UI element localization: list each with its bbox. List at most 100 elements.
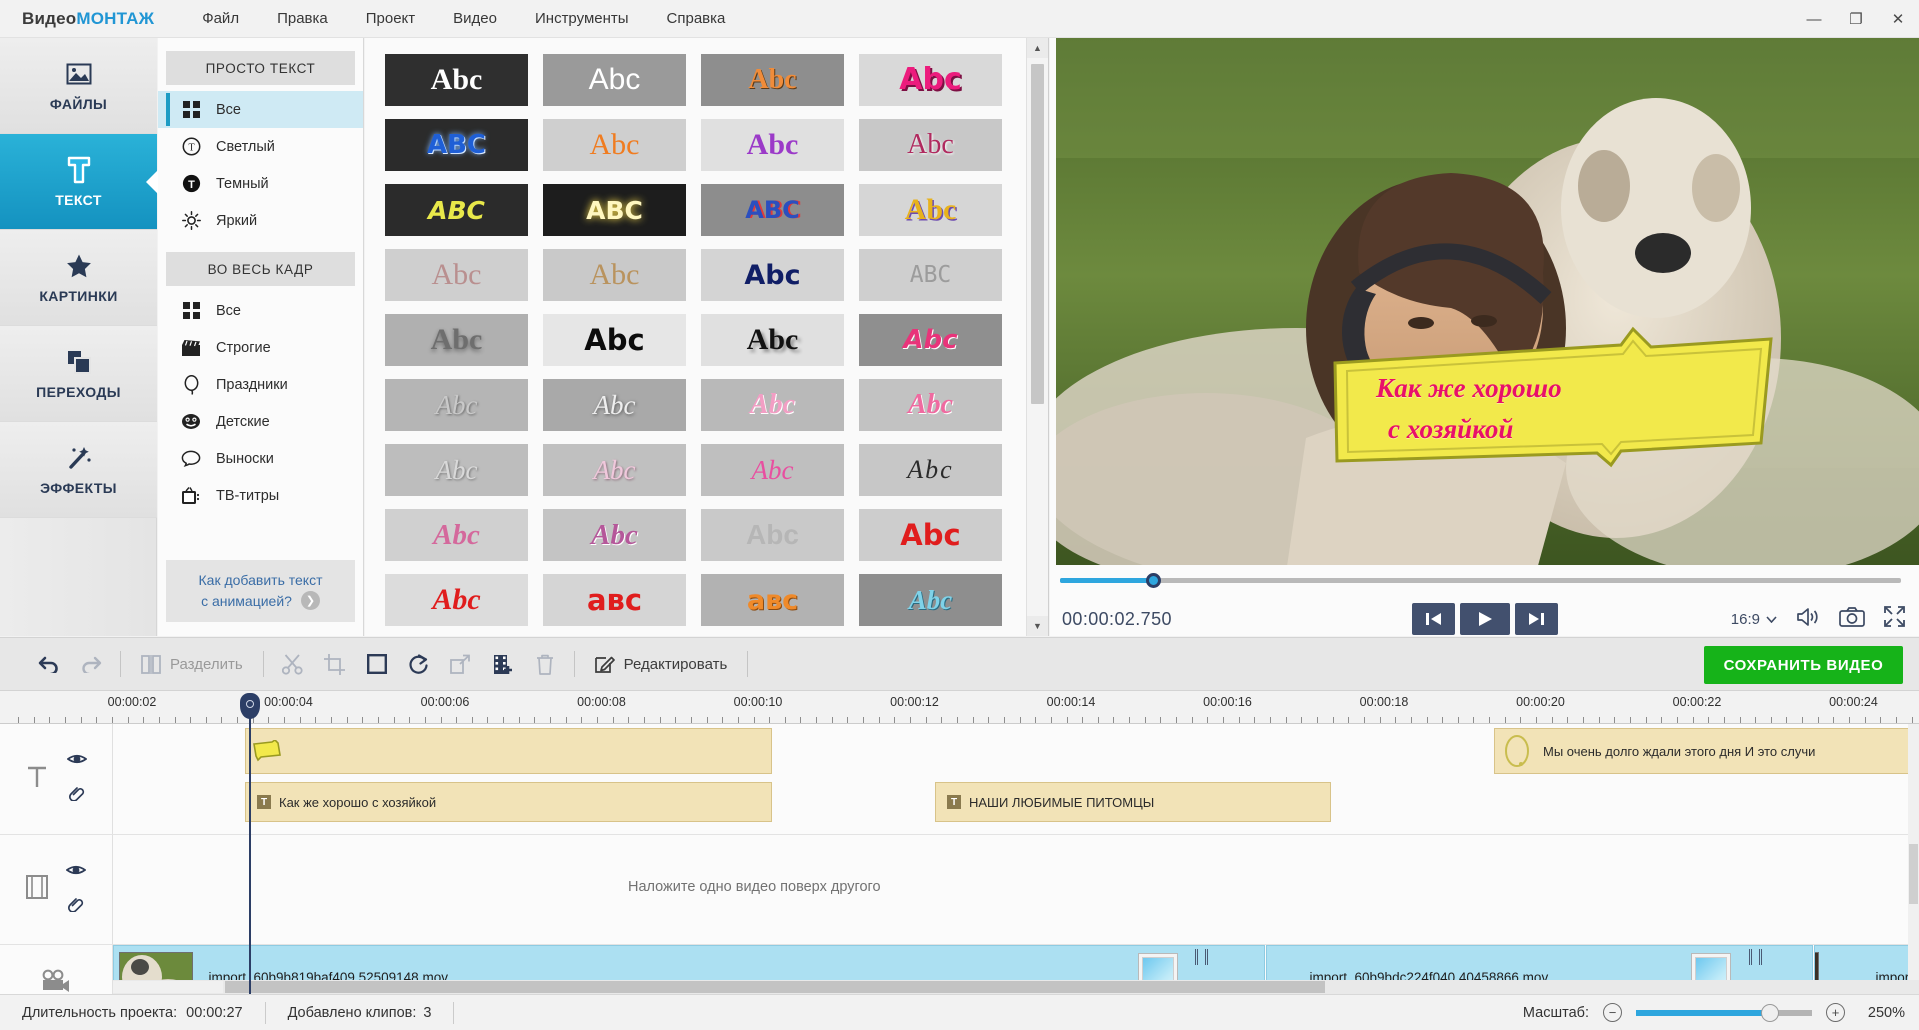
text-preset-29[interactable]: Abc (385, 509, 528, 561)
text-clip-1[interactable]: T Как же хорошо с хозяйкой (245, 782, 772, 822)
category-item-bright[interactable]: Яркий (158, 202, 363, 239)
text-preset-7[interactable]: Abc (701, 119, 844, 171)
text-preset-35[interactable]: aвc (701, 574, 844, 626)
export-frame-icon[interactable] (440, 644, 482, 684)
chevron-right-icon[interactable]: ❯ (300, 591, 320, 610)
text-preset-20[interactable]: Abc (859, 314, 1002, 366)
text-preset-28[interactable]: Abc (859, 444, 1002, 496)
menu-project[interactable]: Проект (364, 7, 417, 30)
text-preset-34[interactable]: aвc (543, 574, 686, 626)
clip-grip-2[interactable] (1205, 949, 1209, 965)
text-preset-33[interactable]: Abc (385, 574, 528, 626)
camera-icon[interactable] (1839, 606, 1865, 632)
zoom-in-icon[interactable]: + (1826, 1003, 1845, 1022)
menu-file[interactable]: Файл (200, 7, 241, 30)
text-preset-19[interactable]: Abc (701, 314, 844, 366)
save-video-button[interactable]: СОХРАНИТЬ ВИДЕО (1704, 646, 1903, 684)
crop-icon[interactable] (314, 644, 356, 684)
zoom-slider-handle[interactable] (1760, 1003, 1779, 1022)
aspect-ratio-selector[interactable]: 16:9 (1731, 611, 1777, 628)
video-preview[interactable]: Как же хорошо с хозяйкой (1056, 38, 1919, 565)
text-preset-30[interactable]: Abc (543, 509, 686, 561)
play-icon[interactable] (1459, 603, 1510, 635)
text-preset-12[interactable]: Abc (859, 184, 1002, 236)
text-preset-14[interactable]: Abc (543, 249, 686, 301)
timeline-horizontal-scrollbar[interactable] (113, 980, 1919, 994)
timeline-ruler[interactable]: 00:00:02 00:00:04 00:00:06 00:00:08 00:00:10… (0, 691, 1919, 724)
text-preset-17[interactable]: Abc (385, 314, 528, 366)
text-clip-3[interactable]: Мы очень долго ждали этого дня И это слу… (1494, 728, 1919, 774)
category-item-light[interactable]: T Светлый (158, 128, 363, 165)
track-body-text[interactable]: T Как же хорошо с хозяйкой T НАШИ ЛЮБИМЫ… (113, 724, 1919, 834)
how-to-add-animated-text-link[interactable]: Как добавить текст с анимацией? ❯ (166, 560, 355, 622)
next-frame-icon[interactable] (1514, 603, 1558, 635)
redo-icon[interactable] (70, 644, 112, 684)
undo-icon[interactable] (28, 644, 70, 684)
category-item-callouts[interactable]: Выноски (158, 440, 363, 477)
sidebar-tab-effects[interactable]: ЭФФЕКТЫ (0, 422, 157, 518)
text-preset-23[interactable]: Abc (701, 379, 844, 431)
clip-grip-3[interactable] (1749, 949, 1753, 965)
volume-icon[interactable] (1796, 607, 1820, 632)
sidebar-tab-text[interactable]: ТЕКСТ (0, 134, 157, 230)
maximize-icon[interactable]: ❐ (1835, 0, 1877, 38)
text-clip-animated[interactable] (245, 728, 772, 774)
text-preset-16[interactable]: ABC (859, 249, 1002, 301)
text-preset-21[interactable]: Abc (385, 379, 528, 431)
trash-icon[interactable] (524, 644, 566, 684)
text-preset-10[interactable]: ABC (543, 184, 686, 236)
text-preset-1[interactable]: Abc (385, 54, 528, 106)
seekbar-handle[interactable] (1145, 573, 1161, 588)
text-preset-5[interactable]: ABC (385, 119, 528, 171)
menu-help[interactable]: Справка (665, 7, 728, 30)
text-overlay-callout[interactable]: Как же хорошо с хозяйкой (1321, 323, 1781, 483)
rotate-icon[interactable] (398, 644, 440, 684)
clip-grip-4[interactable] (1759, 949, 1763, 965)
text-preset-11[interactable]: ABC (701, 184, 844, 236)
category-item-all-plain[interactable]: Все (158, 91, 363, 128)
sidebar-tab-transitions[interactable]: ПЕРЕХОДЫ (0, 326, 157, 422)
presets-scrollbar[interactable]: ▲ ▼ (1026, 38, 1048, 636)
menu-edit[interactable]: Правка (275, 7, 330, 30)
menu-tools[interactable]: Инструменты (533, 7, 631, 30)
track-visibility-toggle-text[interactable] (66, 752, 88, 771)
sidebar-tab-pictures[interactable]: КАРТИНКИ (0, 230, 157, 326)
hscroll-thumb[interactable] (225, 981, 1325, 993)
close-icon[interactable]: ✕ (1877, 0, 1919, 38)
category-item-dark[interactable]: T Темный (158, 165, 363, 202)
vscroll-thumb[interactable] (1909, 844, 1918, 904)
scroll-up-icon[interactable]: ▲ (1027, 38, 1048, 58)
text-preset-24[interactable]: Abc (859, 379, 1002, 431)
edit-button[interactable]: Редактировать (583, 644, 740, 684)
category-item-holidays[interactable]: Праздники (158, 366, 363, 403)
track-body-overlay[interactable]: Наложите одно видео поверх другого (113, 835, 1919, 944)
playhead-handle[interactable] (240, 693, 260, 719)
category-item-all-fullscreen[interactable]: Все (158, 292, 363, 329)
split-button[interactable]: Разделить (129, 644, 255, 684)
text-preset-6[interactable]: Abc (543, 119, 686, 171)
minimize-icon[interactable]: — (1793, 0, 1835, 38)
add-clip-icon[interactable] (482, 644, 524, 684)
text-preset-15[interactable]: Abc (701, 249, 844, 301)
track-lock-link-toggle-text[interactable] (67, 783, 87, 806)
clip-grip-1[interactable] (1195, 949, 1199, 965)
hscroll-track-left[interactable] (113, 981, 223, 993)
preview-seekbar[interactable] (1060, 572, 1901, 588)
text-clip-2[interactable]: T НАШИ ЛЮБИМЫЕ ПИТОМЦЫ (935, 782, 1331, 822)
text-preset-2[interactable]: Abc (543, 54, 686, 106)
frame-icon[interactable] (356, 644, 398, 684)
text-preset-25[interactable]: Abc (385, 444, 528, 496)
track-visibility-toggle-overlay[interactable] (65, 863, 87, 882)
zoom-slider[interactable] (1636, 1003, 1812, 1022)
text-preset-13[interactable]: Abc (385, 249, 528, 301)
fullscreen-icon[interactable] (1884, 606, 1905, 632)
scissors-icon[interactable] (272, 644, 314, 684)
category-item-kids[interactable]: Детские (158, 403, 363, 440)
scroll-down-icon[interactable]: ▼ (1027, 616, 1048, 636)
text-preset-36[interactable]: Abc (859, 574, 1002, 626)
category-item-tv-titles[interactable]: ТВ-титры (158, 477, 363, 514)
text-preset-32[interactable]: Abc (859, 509, 1002, 561)
playhead[interactable] (240, 693, 260, 994)
text-preset-27[interactable]: Abc (701, 444, 844, 496)
seekbar-track[interactable] (1060, 578, 1901, 583)
